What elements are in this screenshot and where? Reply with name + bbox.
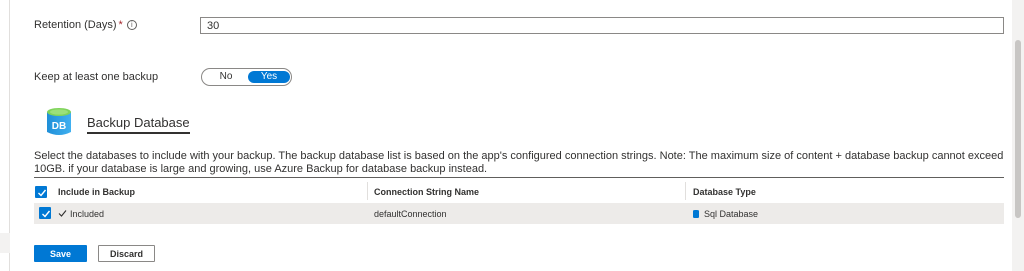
toggle-option-no[interactable]: No: [204, 71, 248, 83]
save-button[interactable]: Save: [34, 245, 87, 262]
row-checkbox[interactable]: [39, 207, 51, 219]
included-check-icon: [58, 210, 67, 217]
toggle-option-yes[interactable]: Yes: [248, 71, 290, 83]
left-rail: [0, 0, 10, 271]
column-divider: [367, 182, 368, 200]
retention-label: Retention (Days) * i: [34, 19, 137, 31]
column-header-include[interactable]: Include in Backup: [58, 187, 135, 197]
info-icon[interactable]: i: [126, 20, 137, 31]
column-divider: [685, 182, 686, 200]
select-all-checkbox[interactable]: [35, 186, 47, 198]
database-icon-text: DB: [52, 121, 66, 132]
section-title: Backup Database: [87, 115, 190, 134]
checkmark-icon: [38, 189, 47, 197]
keep-backup-toggle[interactable]: No Yes: [201, 68, 292, 86]
connection-string-name: defaultConnection: [374, 209, 447, 219]
required-mark: *: [118, 19, 123, 31]
keep-backup-label: Keep at least one backup: [34, 71, 159, 83]
column-header-connection[interactable]: Connection String Name: [374, 187, 479, 197]
description-text: Select the databases to include with you…: [34, 150, 1004, 175]
vertical-scrollbar[interactable]: [1012, 0, 1024, 271]
checkmark-icon: [42, 210, 51, 218]
discard-button[interactable]: Discard: [98, 245, 155, 262]
database-type: Sql Database: [704, 209, 759, 219]
grid-header: Include in Backup Connection String Name…: [34, 177, 1004, 203]
sql-database-icon: [693, 210, 699, 218]
table-row[interactable]: Included defaultConnection Sql Database: [34, 203, 1004, 224]
retention-days-input[interactable]: [200, 17, 1004, 34]
left-rail-block: [0, 233, 10, 253]
database-icon: DB: [47, 108, 71, 135]
retention-label-text: Retention (Days): [34, 19, 117, 31]
column-header-type[interactable]: Database Type: [693, 187, 756, 197]
scrollbar-thumb[interactable]: [1015, 40, 1021, 218]
include-status: Included: [70, 209, 105, 219]
